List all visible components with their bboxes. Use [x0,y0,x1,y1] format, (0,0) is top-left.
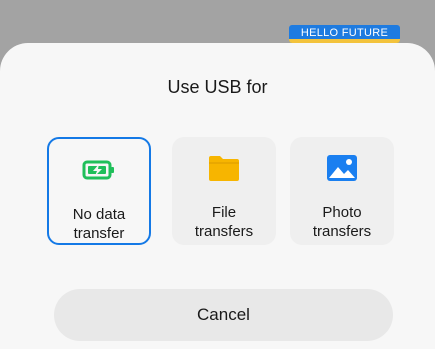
battery-charging-icon [82,160,114,180]
option-no-data-transfer[interactable]: No data transfer [47,137,151,245]
option-label: File transfers [194,204,254,240]
cancel-button[interactable]: Cancel [54,289,393,341]
badge-text: HELLO FUTURE [300,27,389,39]
usb-dialog: Use USB for No data transfer File transf… [0,43,435,349]
dialog-title: Use USB for [167,77,268,97]
option-photo-transfers[interactable]: Photo transfers [290,137,394,245]
hello-future-badge: HELLO FUTURE [289,25,400,43]
option-file-transfers[interactable]: File transfers [172,137,276,245]
option-label: No data transfer [72,206,126,242]
option-label: Photo transfers [312,204,372,240]
image-icon [327,155,357,181]
folder-icon [209,156,239,181]
